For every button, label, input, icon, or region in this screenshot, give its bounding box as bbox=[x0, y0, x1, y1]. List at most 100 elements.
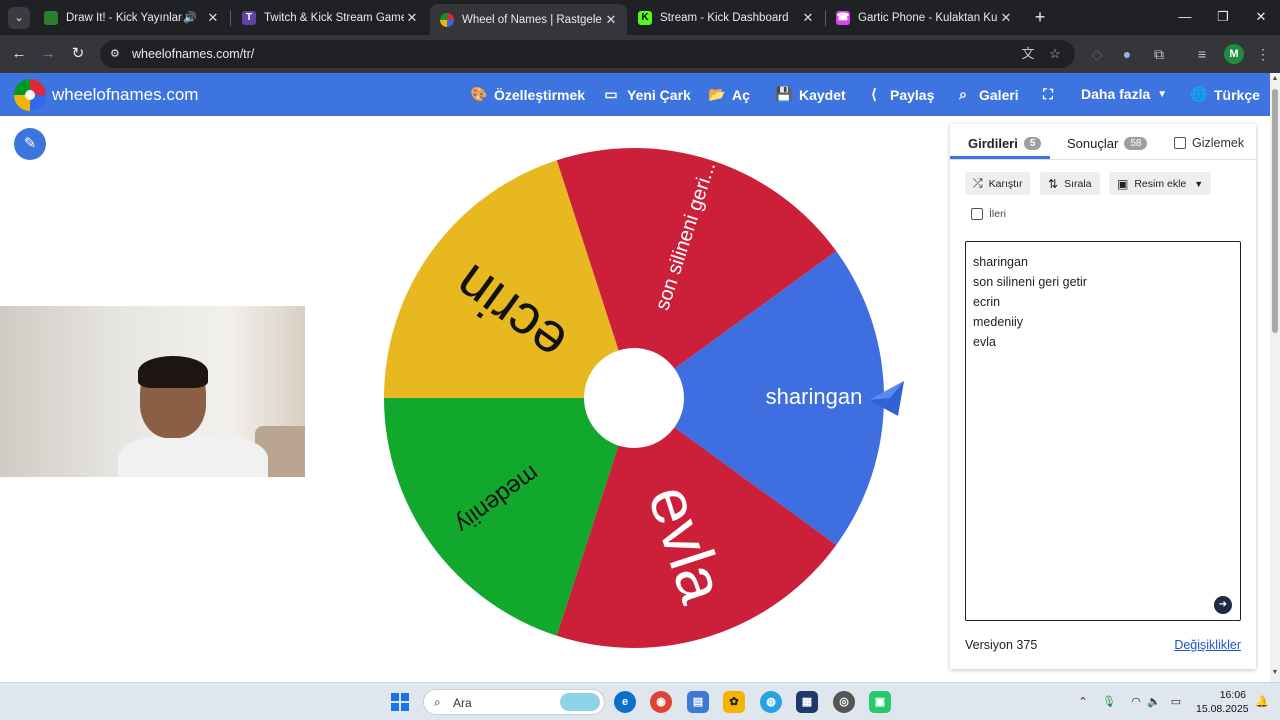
tab-search-chevron-icon[interactable]: ⌄ bbox=[8, 7, 30, 29]
advanced-checkbox-box[interactable] bbox=[971, 208, 983, 220]
wifi-icon[interactable]: ◠ bbox=[1128, 694, 1144, 710]
scrollbar-thumb[interactable] bbox=[1272, 89, 1278, 333]
share-button[interactable]: ⟨ Paylaş bbox=[866, 86, 934, 103]
url-text[interactable]: wheelofnames.com/tr/ bbox=[132, 47, 254, 61]
tab-kick-dashboard[interactable]: K Stream - Kick Dashboard ✕ bbox=[628, 4, 824, 31]
advanced-label: İleri bbox=[989, 208, 1006, 220]
tab-draw-it[interactable]: Draw It! - Kick Yayınları İçin 🔊 ✕ bbox=[34, 4, 229, 31]
advanced-checkbox[interactable]: İleri bbox=[971, 208, 1006, 220]
audio-playing-icon[interactable]: 🔊 bbox=[183, 11, 197, 24]
address-bar[interactable]: ⚙ wheelofnames.com/tr/ 文 ☆ bbox=[100, 40, 1075, 68]
notifications-bell-icon[interactable]: 🔔 bbox=[1254, 694, 1270, 710]
tab-results[interactable]: Sonuçlar 58 bbox=[1067, 136, 1148, 151]
browser-toolbar: ← → ↻ ⚙ wheelofnames.com/tr/ 文 ☆ ◇ ● ⧉ ≡… bbox=[0, 35, 1280, 73]
battery-icon[interactable]: ▭ bbox=[1168, 694, 1184, 710]
hide-checkbox-box[interactable] bbox=[1174, 137, 1186, 149]
extension-badge-icon[interactable]: ● bbox=[1118, 45, 1136, 63]
results-count-badge: 58 bbox=[1124, 137, 1148, 150]
palette-icon: 🎨 bbox=[470, 86, 488, 102]
entries-textarea[interactable]: sharingan son silineni geri getir ecrin … bbox=[965, 241, 1241, 621]
customize-button[interactable]: 🎨 Özelleştirmek bbox=[470, 86, 585, 103]
more-dropdown-button[interactable]: Daha fazla ▼ bbox=[1081, 86, 1167, 102]
tab-twitch-kick-games[interactable]: T Twitch & Kick Stream Games ✕ bbox=[232, 4, 428, 31]
ai-app-icon[interactable]: ✿ bbox=[723, 691, 745, 713]
save-button[interactable]: 💾 Kaydet bbox=[775, 86, 846, 103]
language-button[interactable]: 🌐 Türkçe bbox=[1190, 86, 1260, 103]
chrome-browser-icon[interactable]: ◉ bbox=[650, 691, 672, 713]
minimize-icon[interactable]: — bbox=[1174, 7, 1196, 27]
close-tab-icon[interactable]: ✕ bbox=[800, 10, 816, 26]
close-tab-icon[interactable]: ✕ bbox=[603, 12, 619, 28]
close-tab-icon[interactable]: ✕ bbox=[404, 10, 420, 26]
changes-link[interactable]: Değişiklikler bbox=[1174, 638, 1241, 652]
entry-line[interactable]: ecrin bbox=[973, 292, 1233, 312]
back-arrow-icon[interactable]: ← bbox=[9, 44, 29, 64]
share-label: Paylaş bbox=[890, 86, 935, 103]
extension-icon[interactable]: ◇ bbox=[1088, 45, 1106, 63]
close-tab-icon[interactable]: ✕ bbox=[205, 10, 221, 26]
gallery-button[interactable]: ⌕ Galeri bbox=[955, 86, 1019, 103]
open-button[interactable]: 📂 Aç bbox=[708, 86, 750, 103]
media-control-icon[interactable]: ≡ bbox=[1193, 45, 1211, 63]
obs-studio-icon[interactable]: ◎ bbox=[833, 691, 855, 713]
scroll-up-arrow-icon[interactable]: ▲ bbox=[1270, 75, 1280, 82]
photos-app-icon[interactable]: ◍ bbox=[760, 691, 782, 713]
restore-window-icon[interactable]: ❐ bbox=[1212, 7, 1234, 27]
edit-pencil-button[interactable]: ✎ bbox=[14, 128, 46, 160]
folder-open-icon: 📂 bbox=[708, 86, 726, 102]
site-info-icon[interactable]: ⚙ bbox=[110, 47, 124, 61]
extensions-puzzle-icon[interactable]: ⧉ bbox=[1150, 45, 1168, 63]
site-title[interactable]: wheelofnames.com bbox=[52, 85, 198, 105]
entry-line[interactable]: son silineni geri getir bbox=[973, 272, 1233, 292]
translate-icon[interactable]: 文 bbox=[1020, 46, 1036, 62]
tab-entries[interactable]: Girdileri 5 bbox=[968, 136, 1042, 151]
entry-line[interactable]: sharingan bbox=[973, 252, 1233, 272]
volume-icon[interactable]: 🔈 bbox=[1146, 694, 1162, 710]
clock-date: 15.08.2025 bbox=[1196, 703, 1249, 715]
sort-button[interactable]: ⇅ Sırala bbox=[1040, 172, 1100, 195]
page-scrollbar[interactable]: ▲ ▼ bbox=[1270, 73, 1280, 682]
tray-overflow-chevron-icon[interactable]: ⌃ bbox=[1075, 694, 1091, 710]
gartic-phone-favicon-icon: ☎ bbox=[836, 10, 850, 25]
add-image-button[interactable]: ▣ Resim ekle ▼ bbox=[1109, 172, 1212, 195]
calculator-icon[interactable]: ▦ bbox=[796, 691, 818, 713]
fullscreen-button[interactable]: ⛶ bbox=[1040, 86, 1064, 103]
shuffle-label: Karıştır bbox=[988, 177, 1023, 190]
customize-label: Özelleştirmek bbox=[494, 86, 586, 103]
scroll-down-arrow-icon[interactable]: ▼ bbox=[1270, 669, 1280, 676]
wheel-logo-icon[interactable] bbox=[14, 79, 46, 111]
close-tab-icon[interactable]: ✕ bbox=[998, 10, 1014, 26]
wheel-container[interactable]: sharingan son silineni geri... ecrin medeni… bbox=[382, 146, 886, 650]
new-wheel-button[interactable]: ▭ Yeni Çark bbox=[603, 86, 690, 103]
bookmark-star-icon[interactable]: ☆ bbox=[1047, 46, 1063, 62]
wheel-svg[interactable]: sharinganson silineni geri...ecrinmedeni… bbox=[382, 146, 886, 650]
wheel-center-hub[interactable] bbox=[584, 348, 684, 448]
taskbar-clock[interactable]: 16:06 15.08.2025 bbox=[1196, 688, 1249, 716]
hide-checkbox[interactable]: Gizlemek bbox=[1174, 136, 1244, 150]
profile-avatar[interactable]: M bbox=[1224, 44, 1244, 64]
microsoft-store-icon[interactable]: ▤ bbox=[687, 691, 709, 713]
entries-panel: Girdileri 5 Sonuçlar 58 Gizlemek ⤮ Karış… bbox=[950, 124, 1256, 669]
edge-browser-icon[interactable]: e bbox=[614, 691, 636, 713]
draw-it-favicon-icon bbox=[44, 10, 58, 25]
tab-wheel-of-names[interactable]: Wheel of Names | Rastgele ad seçici ✕ bbox=[430, 4, 627, 35]
image-icon: ▣ bbox=[1117, 176, 1129, 191]
shuffle-button[interactable]: ⤮ Karıştır bbox=[965, 172, 1031, 195]
new-tab-plus-icon[interactable]: + bbox=[1030, 7, 1050, 27]
more-menu-icon[interactable]: ⋮ bbox=[1254, 45, 1272, 63]
tab-gartic-phone[interactable]: ☎ Gartic Phone - Kulaktan Kulağa ✕ bbox=[826, 4, 1022, 31]
microphone-icon[interactable]: 🎙 bbox=[1101, 694, 1117, 710]
search-icon: ⌕ bbox=[959, 86, 967, 102]
taskbar-search-box[interactable]: ⌕ Ara bbox=[423, 689, 605, 715]
grammar-assistant-icon[interactable]: ➜ bbox=[1214, 596, 1232, 614]
windows-start-icon[interactable] bbox=[391, 693, 409, 711]
entry-line[interactable]: evla bbox=[973, 332, 1233, 352]
kick-favicon-icon: K bbox=[638, 10, 652, 25]
entry-line[interactable]: medeniiy bbox=[973, 312, 1233, 332]
search-highlight-image bbox=[560, 693, 600, 711]
reload-icon[interactable]: ↻ bbox=[68, 44, 88, 64]
streaming-app-icon[interactable]: ▣ bbox=[869, 691, 891, 713]
close-window-icon[interactable]: ✕ bbox=[1250, 7, 1272, 27]
forward-arrow-icon[interactable]: → bbox=[38, 44, 58, 64]
windows-taskbar: ⌕ Ara e ◉ ▤ ✿ ◍ ▦ ◎ ▣ ⌃ 🎙 ◠ 🔈 ▭ 16:06 15… bbox=[0, 682, 1280, 720]
